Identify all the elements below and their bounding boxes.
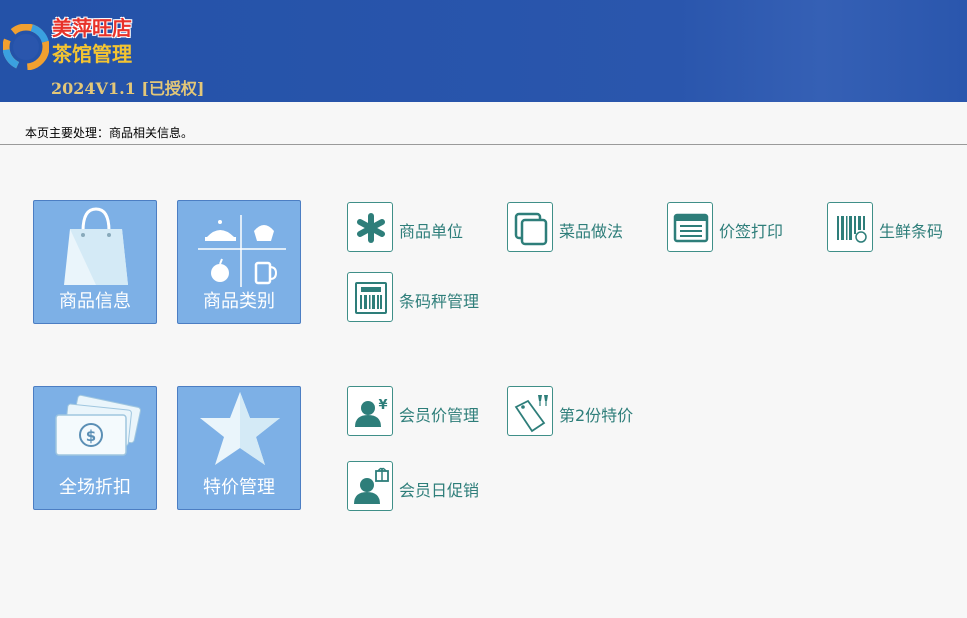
price-tag-list-icon <box>673 213 709 243</box>
member-yen-icon-box: ¥ <box>347 386 393 436</box>
product-category-tile[interactable]: 商品类别 <box>177 200 301 324</box>
member-price-link[interactable]: ¥ 会员价管理 <box>347 386 487 438</box>
copy-squares-icon-box <box>507 202 553 252</box>
sale-tag-icon <box>514 395 548 433</box>
product-info-label: 商品信息 <box>59 291 131 312</box>
sale-barcode-icon-box <box>347 272 393 322</box>
app-logo-icon <box>3 24 49 70</box>
brand: 美萍旺店 茶馆管理 <box>52 16 132 68</box>
barcode-kg-icon <box>837 216 867 243</box>
svg-text:$: $ <box>86 427 96 445</box>
store-discount-tile[interactable]: $ 全场折扣 <box>33 386 157 510</box>
product-unit-label: 商品单位 <box>399 222 464 241</box>
product-unit-link[interactable]: 商品单位 <box>347 202 477 254</box>
sale-tag-icon-box <box>507 386 553 436</box>
svg-text:¥: ¥ <box>378 398 387 413</box>
dish-method-label: 菜品做法 <box>559 222 624 241</box>
second-item-special-label: 第2份特价 <box>559 406 634 425</box>
member-day-promo-link[interactable]: 会员日促销 <box>347 461 487 513</box>
copy-squares-icon <box>514 212 548 246</box>
price-tag-print-link[interactable]: 价签打印 <box>667 202 797 254</box>
special-price-tile[interactable]: 特价管理 <box>177 386 301 510</box>
barcode-scale-label: 条码秤管理 <box>399 292 480 311</box>
version-label: 2024V1.1 [已授权] <box>51 79 205 98</box>
product-category-label: 商品类别 <box>203 291 275 312</box>
fresh-barcode-link[interactable]: 生鲜条码 <box>827 202 957 254</box>
barcode-scale-link[interactable]: 条码秤管理 <box>347 272 487 324</box>
member-price-label: 会员价管理 <box>399 406 480 425</box>
fresh-barcode-label: 生鲜条码 <box>879 222 944 241</box>
asterisk-icon <box>357 213 385 243</box>
member-day-promo-label: 会员日促销 <box>399 481 480 500</box>
member-yen-icon: ¥ <box>355 398 388 427</box>
price-tag-list-icon-box <box>667 202 713 252</box>
product-info-tile[interactable]: 商品信息 <box>33 200 157 324</box>
price-tag-print-label: 价签打印 <box>719 222 784 241</box>
brand-subtitle: 茶馆管理 <box>52 42 132 66</box>
divider <box>0 144 967 145</box>
member-gift-icon <box>354 467 389 504</box>
sale-barcode-icon <box>355 282 387 314</box>
asterisk-icon-box <box>347 202 393 252</box>
member-gift-icon-box <box>347 461 393 511</box>
second-item-special-link[interactable]: 第2份特价 <box>507 386 647 438</box>
barcode-kg-icon-box <box>827 202 873 252</box>
page-description: 本页主要处理：商品相关信息。 <box>25 126 194 140</box>
dish-method-link[interactable]: 菜品做法 <box>507 202 637 254</box>
app-header: 美萍旺店 茶馆管理 2024V1.1 [已授权] <box>0 0 967 102</box>
special-price-label: 特价管理 <box>203 477 275 498</box>
store-discount-label: 全场折扣 <box>59 477 131 498</box>
brand-name: 美萍旺店 <box>52 16 132 40</box>
